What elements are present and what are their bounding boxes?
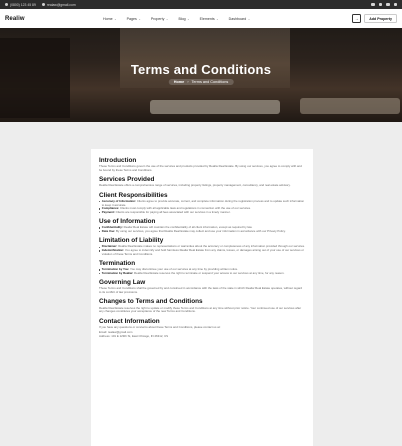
bullet-icon (99, 227, 101, 229)
list-item-label: Payment: (101, 209, 115, 214)
nav-label: Pages (126, 16, 137, 21)
section-text: These Terms and Conditions shall be gove… (99, 286, 303, 294)
chevron-down-icon: ⌄ (216, 16, 219, 21)
login-button[interactable]: → (352, 14, 362, 23)
login-icon: → (354, 16, 359, 21)
mail-icon (41, 3, 45, 6)
section-title: Governing Law (99, 279, 146, 287)
header-actions: → Add Property (352, 14, 397, 23)
list-item: Termination by Realiw: Realiw Real Estat… (99, 270, 305, 276)
chevron-right-icon: › (187, 80, 189, 85)
section-text: Realiw Real Estate offers a comprehensiv… (99, 183, 291, 188)
bullet-list: Accuracy of Information: Clients agree t… (99, 199, 305, 214)
email-text: realaw@gmail.com (46, 2, 76, 7)
breadcrumb: Home › Terms and Conditions (168, 79, 234, 86)
breadcrumb-home[interactable]: Home (174, 80, 185, 84)
logo[interactable]: Realiw (5, 16, 89, 22)
nav-label: Blog (178, 16, 186, 21)
facebook-icon[interactable] (371, 2, 375, 7)
bullet-icon (99, 201, 101, 203)
bullet-icon (99, 211, 101, 214)
bullet-list: Termination by You: You may discontinue … (99, 267, 305, 276)
nav-item-home[interactable]: Home ⌄ (103, 17, 117, 21)
bullet-list: Confidentiality: Realiw Real Estate will… (99, 225, 305, 234)
section-title: Contact Information (99, 317, 160, 325)
nav-item-elements[interactable]: Elements ⌄ (200, 17, 219, 21)
instagram-icon[interactable] (393, 2, 397, 7)
list-item: Data Use: By using our services, you agr… (99, 228, 305, 234)
contact-address: Address: 101 E 129th St, East Chicago, I… (99, 334, 169, 339)
list-item: Indemnification: You agree to indemnify … (99, 248, 305, 256)
main-nav: Home ⌄ Pages ⌄ Property ⌄ Blog ⌄ Elements ⌄ D… (103, 17, 250, 21)
nav-item-blog[interactable]: Blog ⌄ (178, 17, 189, 21)
list-item-label: Termination by Realiw: (101, 270, 134, 275)
section-title: Termination (99, 260, 136, 268)
nav-label: Dashboard (228, 16, 247, 21)
chevron-down-icon: ⌄ (138, 16, 141, 21)
chevron-down-icon: ⌄ (187, 16, 190, 21)
email-contact[interactable]: realaw@gmail.com (41, 2, 76, 7)
section-text: Realiw Real Estate reserves the right to… (99, 305, 302, 314)
bullet-icon (99, 269, 101, 271)
list-item-text: You agree to indemnify and hold harmless… (101, 248, 304, 256)
list-item-label: Data Use: (101, 228, 116, 233)
linkedin-icon[interactable] (386, 2, 390, 7)
breadcrumb-current: Terms and Conditions (191, 80, 229, 85)
nav-item-pages[interactable]: Pages ⌄ (127, 17, 141, 21)
chevron-down-icon: ⌄ (114, 16, 117, 21)
bullet-icon (99, 231, 101, 233)
bullet-icon (99, 273, 101, 275)
nav-item-dashboard[interactable]: Dashboard ⌄ (229, 17, 251, 21)
twitter-icon[interactable] (378, 2, 382, 7)
terms-content-card: Introduction These Terms and Conditions … (91, 149, 313, 446)
main-header: Realiw Home ⌄ Pages ⌄ Property ⌄ Blog ⌄ Elem… (0, 9, 402, 28)
add-property-button[interactable]: Add Property (364, 14, 397, 23)
section-title: Use of Information (99, 218, 156, 226)
chevron-down-icon: ⌄ (247, 16, 251, 21)
list-item-text: Realiw Real Estate reserves the right to… (134, 270, 285, 275)
section-title: Changes to Terms and Conditions (99, 298, 203, 306)
section-text: These Terms and Conditions govern the us… (99, 164, 302, 172)
hero-banner: Terms and Conditions Home › Terms and Co… (0, 28, 402, 122)
nav-label: Home (103, 16, 113, 21)
section-title: Services Provided (99, 176, 155, 184)
phone-icon (5, 3, 8, 6)
section-title: Introduction (99, 157, 137, 164)
section-title: Limitation of Liability (99, 237, 164, 245)
contact-info: (0800) 123 45 89 realaw@gmail.com (5, 3, 76, 7)
top-bar: (0800) 123 45 89 realaw@gmail.com (0, 0, 402, 9)
list-item-text: Clients are responsible for paying all f… (115, 209, 231, 214)
social-links (371, 2, 397, 7)
bullet-icon (99, 250, 101, 252)
bullet-list: Disclaimer: Realiw Real Estate makes no … (99, 245, 305, 256)
phone-text: (0800) 123 45 89 (10, 2, 36, 7)
section-title: Client Responsibilities (99, 191, 168, 199)
chevron-down-icon: ⌄ (165, 16, 169, 21)
nav-label: Property (150, 16, 165, 21)
phone-contact[interactable]: (0800) 123 45 89 (5, 3, 36, 7)
nav-label: Elements (199, 16, 215, 21)
bullet-icon (99, 246, 101, 248)
page-title: Terms and Conditions (130, 62, 272, 77)
list-item-text: By using our services, you agree that Re… (115, 228, 286, 233)
nav-item-property[interactable]: Property ⌄ (151, 17, 169, 21)
bullet-icon (99, 208, 101, 210)
section-text: If you have any questions or concerns ab… (99, 324, 221, 329)
